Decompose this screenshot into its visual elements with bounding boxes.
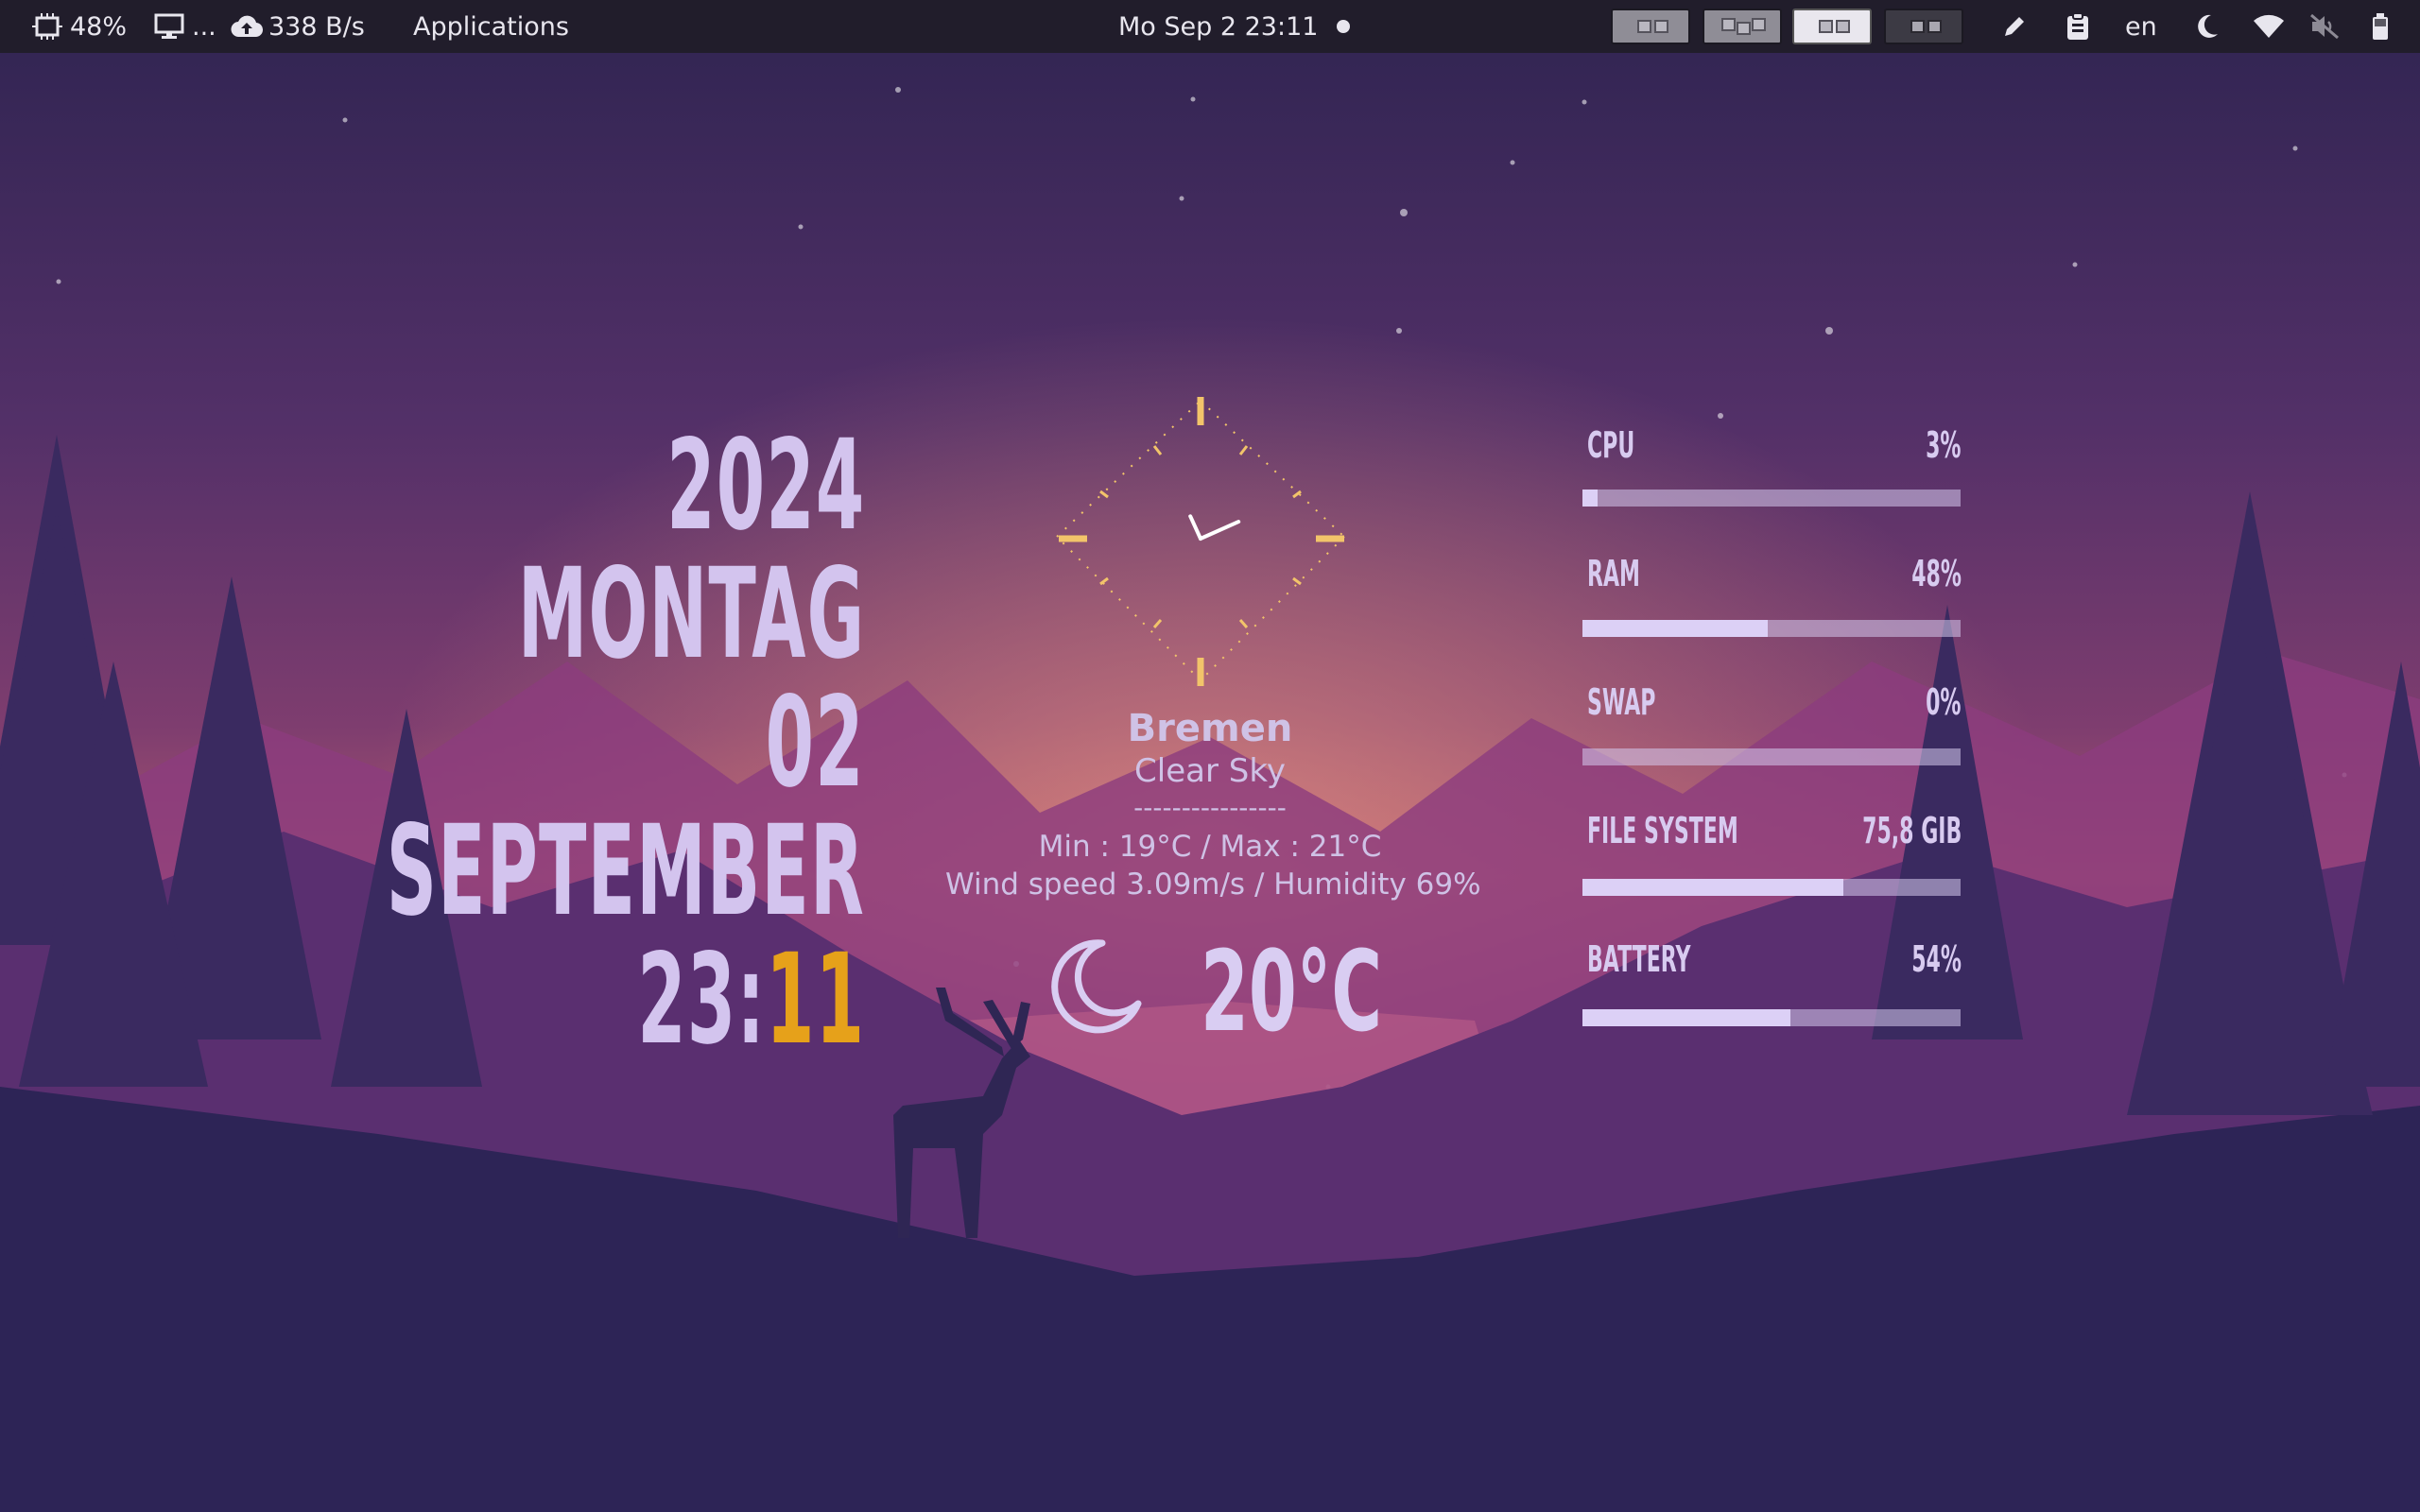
clipboard-icon[interactable] [2066, 0, 2090, 53]
stat-bar-fill-ram [1582, 620, 1768, 637]
stat-bar-cpu [1582, 490, 1961, 507]
workspace-4[interactable] [1884, 9, 1963, 44]
stat-label-filesystem: FILE SYSTEM [1587, 810, 1738, 851]
stat-label-battery: BATTERY [1587, 938, 1691, 980]
weather-city: Bremen [1127, 707, 1293, 750]
display-indicator[interactable]: ... [154, 0, 216, 53]
monitor-icon [154, 13, 184, 40]
stat-bar-swap [1582, 748, 1961, 765]
stat-bar-battery [1582, 1009, 1961, 1026]
display-text: ... [192, 11, 216, 42]
stat-bar-fill-cpu [1582, 490, 1598, 507]
cpu-usage-text: 48% [70, 11, 128, 42]
stat-value-cpu: 3% [1926, 424, 1962, 466]
network-speed-text: 338 B/s [268, 11, 365, 42]
stat-value-ram: 48% [1911, 553, 1962, 594]
workspace-1[interactable] [1611, 9, 1690, 44]
stat-value-filesystem: 75,8 GIB [1861, 810, 1962, 851]
weather-wind-humidity: Wind speed 3.09m/s / Humidity 69% [945, 868, 1481, 902]
cpu-monitor[interactable]: 48% [32, 0, 127, 53]
weather-separator: ---------------- [1133, 792, 1287, 823]
moon-icon [1044, 937, 1142, 1040]
year-text: 2024 [666, 413, 865, 558]
stat-bar-ram [1582, 620, 1961, 637]
keyboard-layout[interactable]: en [2125, 0, 2157, 53]
wifi-icon[interactable] [2253, 0, 2285, 53]
clock-minute-hand [1199, 520, 1241, 541]
cloud-upload-icon [231, 14, 263, 39]
weather-condition: Clear Sky [1134, 752, 1286, 790]
stat-value-swap: 0% [1926, 681, 1962, 723]
stat-label-ram: RAM [1587, 553, 1640, 594]
workspace-2[interactable] [1703, 9, 1782, 44]
stat-value-battery: 54% [1911, 938, 1962, 980]
stat-label-swap: SWAP [1587, 681, 1656, 723]
battery-icon[interactable] [2371, 0, 2390, 53]
applications-menu[interactable]: Applications [413, 0, 569, 53]
dot-icon [1336, 19, 1351, 34]
clock-hour-hand [1188, 514, 1202, 541]
time-hours: 23: [637, 927, 766, 1073]
time-minutes: 11 [765, 927, 865, 1073]
top-panel: 48% ... 338 B/s Applications Mo Sep 2 23… [0, 0, 2420, 53]
day-text: 02 [765, 670, 865, 816]
notification-dot[interactable] [1336, 0, 1351, 53]
stat-bar-fill-battery [1582, 1009, 1790, 1026]
stat-label-cpu: CPU [1587, 424, 1635, 466]
stat-bar-fill-filesystem [1582, 879, 1843, 896]
volume-muted-icon[interactable] [2309, 0, 2340, 53]
weather-minmax: Min : 19°C / Max : 21°C [1038, 830, 1382, 864]
stat-bar-filesystem [1582, 879, 1961, 896]
time-text: 23:11 [637, 937, 865, 1062]
network-monitor[interactable]: 338 B/s [231, 0, 365, 53]
month-text: SEPTEMBER [386, 799, 865, 944]
moon-icon[interactable] [2195, 0, 2220, 53]
pencil-icon[interactable] [2001, 0, 2028, 53]
analog-clock [1056, 397, 1345, 686]
workspace-3[interactable] [1792, 9, 1872, 44]
weekday-text: MONTAG [517, 541, 865, 687]
weather-temperature: 20°C [1201, 926, 1383, 1057]
cpu-icon [32, 13, 62, 40]
panel-clock[interactable]: Mo Sep 2 23:11 [1118, 0, 1318, 53]
